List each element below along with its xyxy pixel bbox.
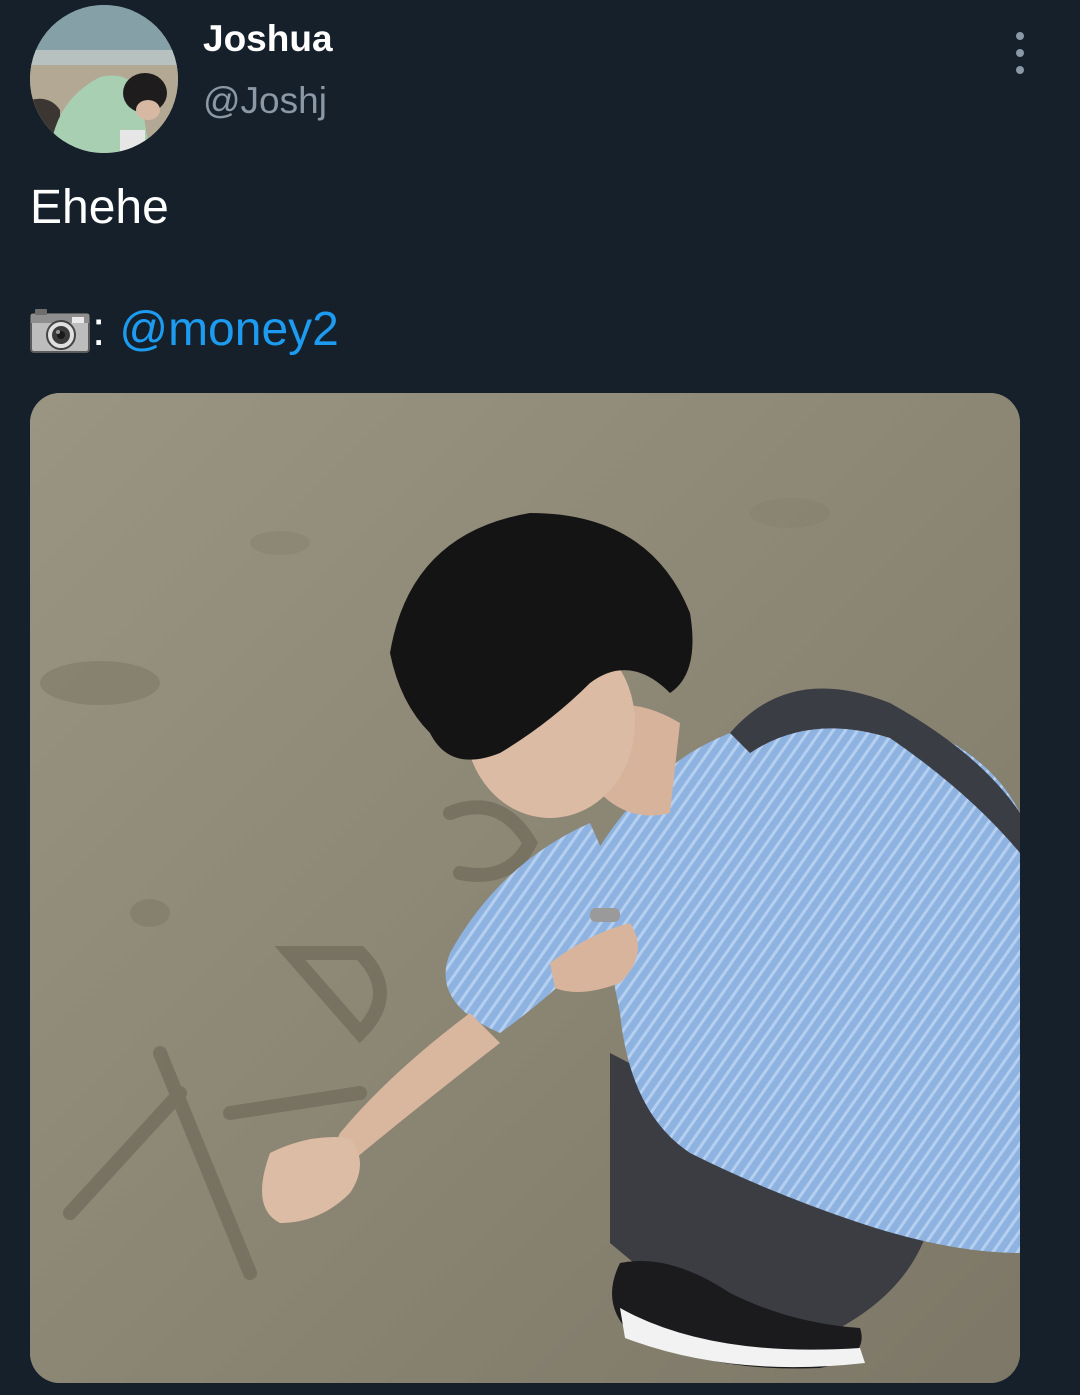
- mention-link[interactable]: @money2: [119, 302, 339, 358]
- more-vertical-icon-dot: [1016, 49, 1024, 57]
- tweet-photo[interactable]: [30, 393, 1020, 1383]
- avatar-image: [30, 5, 178, 153]
- more-options-button[interactable]: [1004, 32, 1036, 74]
- tweet: Joshua @Joshj Ehehe : @money2: [0, 0, 1080, 1395]
- more-vertical-icon-dot: [1016, 66, 1024, 74]
- handle[interactable]: @Joshj: [203, 80, 327, 122]
- display-name[interactable]: Joshua: [203, 18, 333, 60]
- photo-credit: : @money2: [30, 302, 339, 358]
- camera-icon: [30, 309, 90, 353]
- tweet-text: Ehehe: [30, 181, 169, 234]
- avatar[interactable]: [30, 5, 178, 153]
- photo-image: [30, 393, 1020, 1383]
- credit-separator: :: [92, 303, 106, 356]
- more-vertical-icon: [1016, 32, 1024, 40]
